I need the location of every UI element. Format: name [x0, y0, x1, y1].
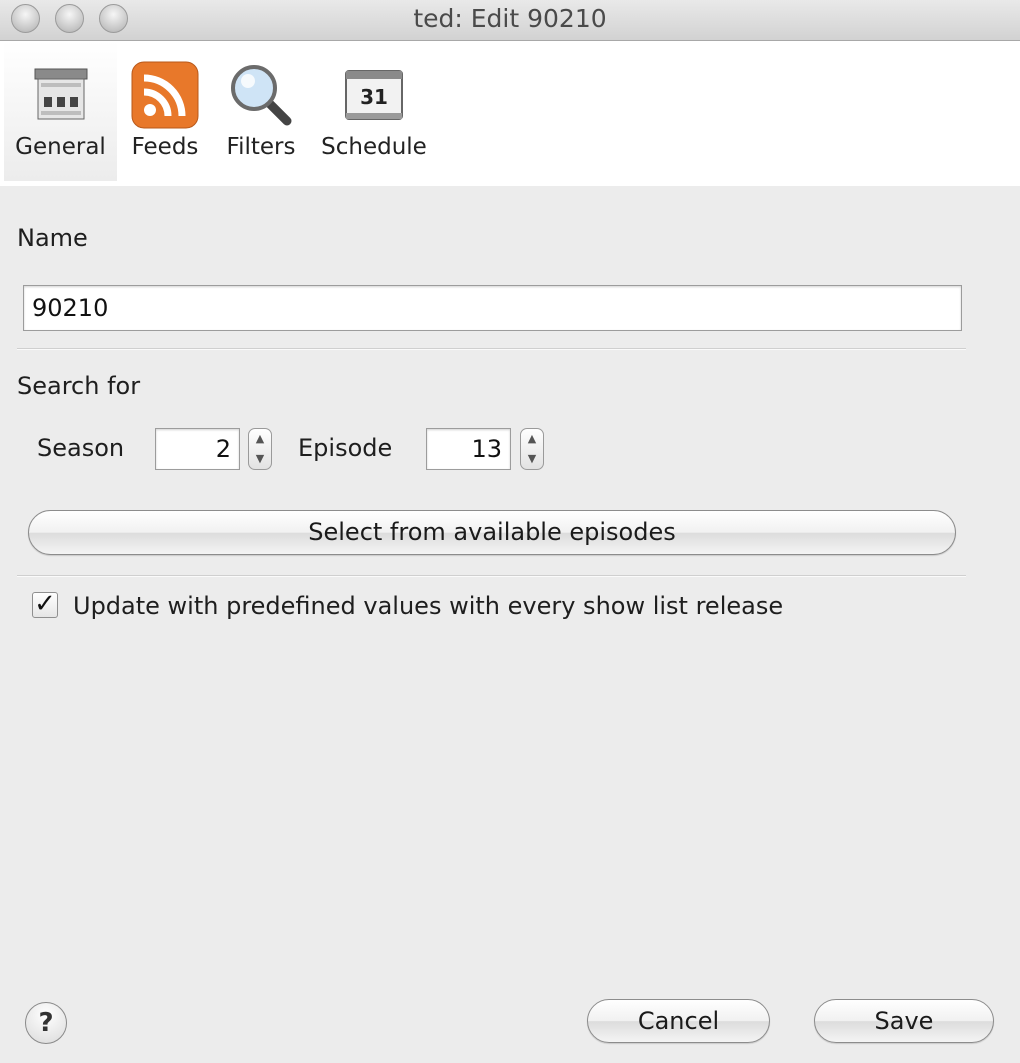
episode-label: Episode — [298, 434, 393, 462]
stepper-up-icon[interactable]: ▲ — [521, 429, 543, 449]
episode-stepper[interactable]: ▲ ▼ — [520, 428, 544, 470]
window-title: ted: Edit 90210 — [413, 4, 607, 33]
calendar-day: 31 — [360, 85, 388, 109]
save-button[interactable]: Save — [814, 999, 994, 1043]
tab-filters[interactable]: Filters — [218, 41, 304, 181]
tab-schedule[interactable]: 31 Schedule — [316, 41, 432, 181]
checkmark-icon: ✓ — [34, 589, 56, 619]
name-field[interactable] — [23, 285, 962, 331]
select-available-episodes-button[interactable]: Select from available episodes — [28, 510, 956, 555]
divider — [17, 575, 966, 577]
tab-feeds[interactable]: Feeds — [121, 41, 209, 181]
search-for-label: Search for — [17, 372, 141, 400]
tab-schedule-label: Schedule — [321, 134, 427, 160]
stepper-down-icon[interactable]: ▼ — [249, 449, 271, 469]
tab-general-label: General — [15, 134, 106, 160]
update-predefined-label: Update with predefined values with every… — [73, 592, 784, 620]
divider — [17, 348, 966, 350]
help-button[interactable]: ? — [25, 1002, 67, 1044]
name-label: Name — [17, 224, 88, 252]
title-bar: ted: Edit 90210 — [0, 0, 1020, 41]
rss-feed-icon — [131, 61, 199, 129]
episode-field[interactable] — [426, 428, 511, 470]
stepper-up-icon[interactable]: ▲ — [249, 429, 271, 449]
season-label: Season — [37, 434, 125, 462]
general-icon — [34, 68, 87, 120]
tab-filters-label: Filters — [226, 134, 296, 160]
magnifier-icon — [231, 65, 292, 126]
tab-feeds-label: Feeds — [131, 134, 199, 160]
tab-general[interactable]: General — [4, 41, 117, 181]
update-predefined-checkbox[interactable]: ✓ — [32, 589, 58, 619]
preferences-toolbar: General Feeds Filters 31 Schedule — [0, 41, 1020, 186]
season-stepper[interactable]: ▲ ▼ — [248, 428, 272, 470]
calendar-icon: 31 — [345, 70, 403, 120]
cancel-button[interactable]: Cancel — [587, 999, 770, 1043]
stepper-down-icon[interactable]: ▼ — [521, 449, 543, 469]
season-field[interactable] — [155, 428, 240, 470]
